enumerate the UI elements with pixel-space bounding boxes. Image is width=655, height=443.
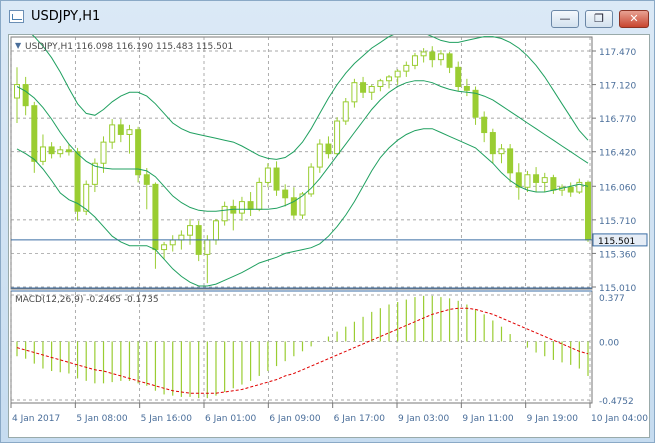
time-tick-label: 9 Jan 11:00 <box>462 414 514 424</box>
candles <box>14 46 591 284</box>
candle-body <box>31 105 38 162</box>
price-tick-label: 117.120 <box>599 82 636 92</box>
candle-body <box>334 120 341 155</box>
minimize-button[interactable]: — <box>551 10 579 28</box>
candle-body <box>489 132 496 155</box>
macd-info-label: MACD(12,26,9) -0.2465 -0.1735 <box>15 295 159 305</box>
candle-body <box>22 84 29 107</box>
time-tick-label: 6 Jan 17:00 <box>334 414 386 424</box>
price-tick-label: 115.710 <box>599 217 636 227</box>
candle-body <box>109 124 116 143</box>
candle-body <box>126 129 133 135</box>
candle-body <box>342 101 349 122</box>
macd-histogram <box>16 295 589 399</box>
candle-body <box>420 51 427 57</box>
time-tick-label: 9 Jan 03:00 <box>398 414 450 424</box>
price-tick-label: 116.770 <box>599 115 636 125</box>
candle-body <box>351 82 358 103</box>
time-tick-label: 9 Jan 19:00 <box>527 414 579 424</box>
candle-body <box>256 181 263 210</box>
candle-body <box>550 177 557 191</box>
candle-body <box>429 51 436 61</box>
price-info-label: USDJPY,H1 116.098 116.190 115.483 115.50… <box>25 42 233 52</box>
price-tick-label: 115.010 <box>599 284 636 294</box>
minimize-icon: — <box>559 12 571 25</box>
candle-body <box>212 220 219 241</box>
candle-body <box>282 189 289 199</box>
close-button[interactable]: ✕ <box>619 10 649 28</box>
price-tick-label: 115.360 <box>599 250 636 260</box>
chart-window-icon <box>9 10 24 23</box>
time-tick-label: 10 Jan 04:00 <box>591 414 648 424</box>
restore-icon: ❐ <box>594 12 604 25</box>
candle-body <box>567 186 574 193</box>
candle-body <box>57 149 64 155</box>
candle-body <box>498 148 505 155</box>
candle-body <box>437 53 444 61</box>
window-title: USDJPY,H1 <box>31 9 101 24</box>
restore-button[interactable]: ❐ <box>585 10 613 28</box>
candle-body <box>455 66 462 87</box>
candle-body <box>178 234 185 241</box>
candle-body <box>533 174 540 183</box>
candle-body <box>221 205 228 222</box>
candle-body <box>264 167 271 183</box>
chart-canvas[interactable]: 117.470 117.120 116.770 116.420 116.060 115.7… <box>9 23 649 437</box>
candle-body <box>403 64 410 72</box>
macd-panel-frame <box>10 290 593 404</box>
candle-body <box>368 85 375 93</box>
time-tick-label: 4 Jan 2017 <box>12 414 60 424</box>
candle-body <box>507 148 514 174</box>
candle-body <box>463 85 470 91</box>
candle-body <box>135 129 142 176</box>
candle-body <box>117 124 124 135</box>
macd-tick-label: 0.00 <box>599 338 619 348</box>
time-tick-label: 5 Jan 08:00 <box>76 414 128 424</box>
macd-tick-label: -0.4752 <box>599 397 634 407</box>
candle-body <box>161 244 168 251</box>
candle-body <box>325 143 332 155</box>
time-tick-label: 6 Jan 09:00 <box>269 414 321 424</box>
price-tick-label: 116.060 <box>599 183 636 193</box>
candle-body <box>446 53 453 68</box>
time-tick-label: 6 Jan 01:00 <box>205 414 257 424</box>
candle-body <box>524 174 531 188</box>
bollinger-upper-line <box>16 23 589 160</box>
candle-body <box>39 146 46 162</box>
price-panel-arrow: ▼ <box>15 41 22 50</box>
candle-body <box>204 239 211 255</box>
candle-body <box>360 82 367 93</box>
candle-body <box>238 201 245 214</box>
candle-body <box>100 141 107 164</box>
candle-body <box>187 225 194 236</box>
close-icon: ✕ <box>629 12 639 25</box>
current-price-label: 115.501 <box>598 237 635 247</box>
candle-body <box>585 181 591 241</box>
candle-body <box>481 116 488 134</box>
price-tick-label: 117.470 <box>599 48 636 58</box>
candle-body <box>143 174 150 185</box>
price-panel-frame <box>10 36 593 290</box>
candle-body <box>247 201 254 210</box>
candle-body <box>65 149 72 153</box>
macd-tick-label: 0.377 <box>599 294 625 304</box>
candle-body <box>411 55 418 66</box>
candle-body <box>316 143 323 168</box>
candle-body <box>169 239 176 246</box>
price-tick-label: 116.420 <box>599 149 636 159</box>
title-bar[interactable]: USDJPY,H1 — ❐ ✕ <box>1 1 654 33</box>
time-tick-label: 5 Jan 16:00 <box>141 414 193 424</box>
candle-body <box>377 80 384 87</box>
candle-body <box>394 70 401 78</box>
candle-body <box>541 177 548 183</box>
candle-body <box>48 146 55 155</box>
chart-window: USDJPY,H1 — ❐ ✕ 117.470 117.120 116.770 116… <box>0 0 655 443</box>
chart-area[interactable]: 117.470 117.120 116.770 116.420 116.060 115.7… <box>8 23 650 438</box>
candle-body <box>386 76 393 82</box>
candle-body <box>472 89 479 118</box>
candle-body <box>273 167 280 191</box>
candle-body <box>83 183 90 212</box>
